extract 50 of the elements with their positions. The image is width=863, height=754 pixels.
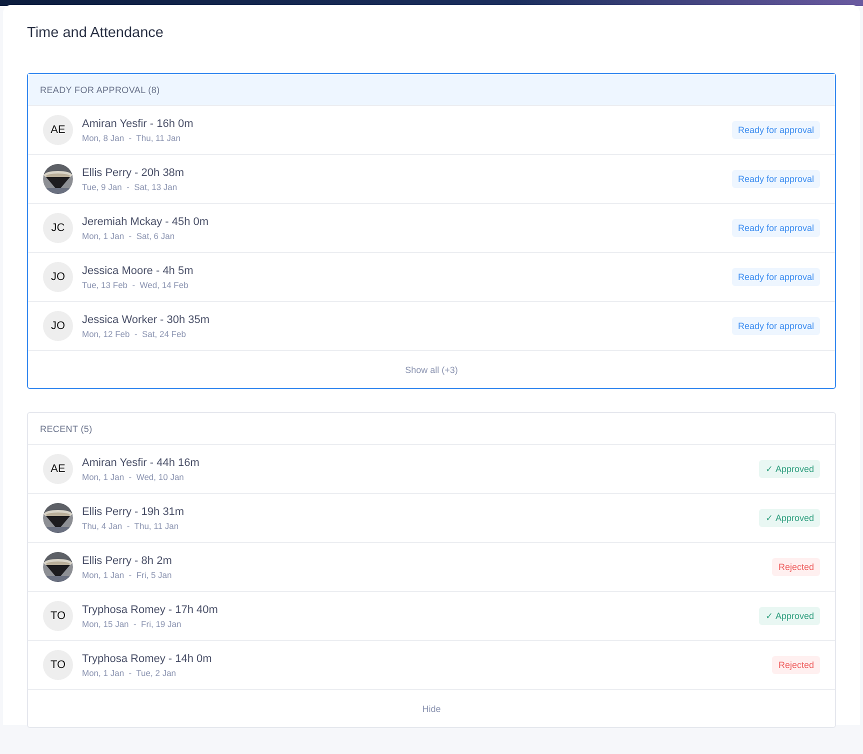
date-range: Mon, 12 Feb - Sat, 24 Feb bbox=[82, 328, 187, 338]
timesheet-row[interactable]: Ellis Perry - 20h 38m Tue, 9 Jan - Sat, 13 Jan Ready for approval bbox=[28, 155, 835, 204]
timesheet-row[interactable]: Ellis Perry - 8h 2m Mon, 1 Jan - Fri, 5 Jan Rejected bbox=[28, 543, 835, 592]
timesheet-row[interactable]: JO Jessica Worker - 30h 35m Mon, 12 Feb - Sat, 24 Feb Ready for approval bbox=[28, 302, 835, 351]
avatar: JO bbox=[43, 311, 73, 341]
status-badge: Ready for approval bbox=[732, 317, 820, 335]
status-badge: Ready for approval bbox=[732, 121, 820, 139]
status-badge: ✓ Approved bbox=[759, 509, 820, 527]
timesheet-row[interactable]: AE Amiran Yesfir - 16h 0m Mon, 8 Jan - Thu, 11 Jan Ready for approval bbox=[28, 106, 835, 155]
avatar: TO bbox=[43, 650, 73, 680]
employee-hours: Ellis Perry - 20h 38m bbox=[82, 166, 186, 178]
avatar: TO bbox=[43, 601, 73, 631]
status-badge: Rejected bbox=[772, 656, 820, 674]
date-range: Mon, 8 Jan - Thu, 11 Jan bbox=[82, 132, 182, 142]
date-range: Mon, 1 Jan - Sat, 6 Jan bbox=[82, 230, 176, 240]
date-range: Mon, 15 Jan - Fri, 19 Jan bbox=[82, 618, 182, 628]
avatar: AE bbox=[43, 115, 73, 145]
employee-hours: Jessica Moore - 4h 5m bbox=[82, 264, 194, 276]
employee-hours: Amiran Yesfir - 16h 0m bbox=[82, 118, 194, 130]
timesheet-row[interactable]: AE Amiran Yesfir - 44h 16m Mon, 1 Jan - Wed, 10 Jan ✓ Approved bbox=[28, 445, 835, 494]
timesheet-row[interactable]: Ellis Perry - 19h 31m Thu, 4 Jan - Thu, 11 Jan ✓ Approved bbox=[28, 494, 835, 543]
status-badge: ✓ Approved bbox=[759, 607, 820, 625]
date-range: Mon, 1 Jan - Tue, 2 Jan bbox=[82, 668, 178, 678]
timesheet-row[interactable]: JC Jeremiah Mckay - 45h 0m Mon, 1 Jan - Sat, 6 Jan Ready for approval bbox=[28, 204, 835, 253]
employee-hours: Jeremiah Mckay - 45h 0m bbox=[82, 216, 210, 228]
employee-hours: Jessica Worker - 30h 35m bbox=[82, 314, 211, 326]
status-badge: Ready for approval bbox=[732, 268, 820, 286]
avatar: JC bbox=[43, 213, 73, 243]
panel-title: RECENT (5) bbox=[40, 424, 92, 434]
date-range: Tue, 9 Jan - Sat, 13 Jan bbox=[82, 182, 178, 192]
date-range: Mon, 1 Jan - Fri, 5 Jan bbox=[82, 570, 173, 580]
avatar: JO bbox=[43, 262, 73, 292]
date-range: Thu, 4 Jan - Thu, 11 Jan bbox=[82, 520, 180, 530]
employee-hours: Ellis Perry - 8h 2m bbox=[82, 554, 173, 566]
date-range: Tue, 13 Feb - Wed, 14 Feb bbox=[82, 280, 190, 290]
status-badge: Ready for approval bbox=[732, 170, 820, 188]
avatar: AE bbox=[43, 454, 73, 484]
status-badge: ✓ Approved bbox=[759, 460, 820, 478]
employee-hours: Tryphosa Romey - 14h 0m bbox=[82, 652, 213, 664]
employee-hours: Ellis Perry - 19h 31m bbox=[82, 506, 186, 518]
timesheet-row[interactable]: TO Tryphosa Romey - 17h 40m Mon, 15 Jan - Fri, 19 Jan ✓ Approved bbox=[28, 592, 835, 641]
timesheet-row[interactable]: JO Jessica Moore - 4h 5m Tue, 13 Feb - Wed, 14 Feb Ready for approval bbox=[28, 253, 835, 302]
employee-hours: Amiran Yesfir - 44h 16m bbox=[82, 456, 200, 468]
page-title: Time and Attendance bbox=[27, 25, 164, 41]
panel-title: READY FOR APPROVAL (8) bbox=[40, 84, 160, 94]
timesheet-row[interactable]: TO Tryphosa Romey - 14h 0m Mon, 1 Jan - Tue, 2 Jan Rejected bbox=[28, 641, 835, 690]
date-range: Mon, 1 Jan - Wed, 10 Jan bbox=[82, 472, 185, 482]
status-badge: Ready for approval bbox=[732, 219, 820, 237]
employee-hours: Tryphosa Romey - 17h 40m bbox=[82, 604, 219, 616]
status-badge: Rejected bbox=[772, 558, 820, 576]
